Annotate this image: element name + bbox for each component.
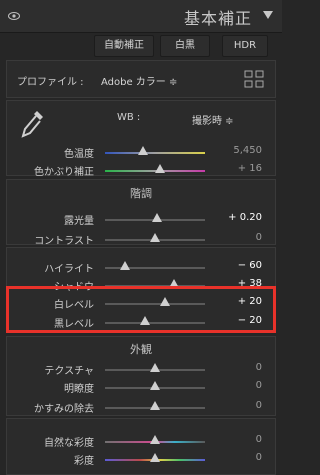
slider-label: かすみの除去 [34, 404, 94, 415]
slider-thumb[interactable] [150, 233, 160, 242]
auto-button[interactable]: 自動補正 [94, 35, 154, 57]
highlight-box [6, 286, 276, 333]
slider-thumb[interactable] [150, 381, 160, 390]
slider-label: 彩度 [74, 456, 94, 467]
slider-thumb[interactable] [150, 363, 160, 372]
slider-label: ハイライト [44, 264, 94, 275]
slider-row[interactable]: 自然な彩度 0 [0, 434, 282, 449]
slider-thumb[interactable] [150, 401, 160, 410]
profile-select[interactable]: Adobe カラー ≑ [101, 73, 177, 88]
slider-value[interactable]: 5,450 [222, 145, 262, 156]
slider-thumb[interactable] [152, 213, 162, 222]
slider-label: 自然な彩度 [44, 438, 94, 449]
section-title-presence: 外観 [130, 343, 152, 356]
section-title-tone: 階調 [130, 187, 152, 200]
slider-value[interactable]: 0 [222, 434, 262, 445]
slider-value[interactable]: 0 [222, 232, 262, 243]
slider-label: テクスチャ [44, 366, 94, 377]
slider-value[interactable]: 0 [222, 380, 262, 391]
bw-button[interactable]: 白黒 [160, 35, 210, 57]
slider-value[interactable]: + 0.20 [222, 212, 262, 223]
eyedropper-icon[interactable] [19, 107, 47, 141]
slider-track[interactable] [105, 152, 205, 154]
slider-row[interactable]: 色かぶり補正 + 16 [0, 163, 282, 178]
slider-thumb[interactable] [120, 261, 130, 270]
slider-row[interactable]: かすみの除去 0 [0, 400, 282, 415]
slider-value[interactable]: 0 [222, 452, 262, 463]
panel-title: 基本補正 [183, 9, 252, 28]
slider-thumb[interactable] [150, 453, 160, 462]
slider-label: コントラスト [34, 236, 94, 247]
slider-row[interactable]: 彩度 0 [0, 452, 282, 467]
slider-thumb[interactable] [138, 146, 148, 155]
slider-label: 露光量 [64, 216, 94, 227]
slider-thumb[interactable] [155, 164, 165, 173]
profile-panel: プロファイル : Adobe カラー ≑ [6, 60, 276, 98]
slider-row[interactable]: 露光量 + 0.20 [0, 212, 282, 227]
panel-header[interactable]: 基本補正 [0, 0, 282, 33]
slider-row[interactable]: コントラスト 0 [0, 232, 282, 247]
slider-row[interactable]: 明瞭度 0 [0, 380, 282, 395]
slider-row[interactable]: 色温度 5,450 [0, 145, 282, 160]
wb-select[interactable]: 撮影時 ≑ [192, 112, 234, 127]
slider-label: 色かぶり補正 [34, 167, 94, 178]
slider-row[interactable]: ハイライト − 60 [0, 260, 282, 275]
slider-value[interactable]: 0 [222, 362, 262, 373]
slider-label: 明瞭度 [64, 384, 94, 395]
slider-row[interactable]: テクスチャ 0 [0, 362, 282, 377]
eye-icon[interactable] [8, 10, 20, 22]
wb-label: WB : [117, 112, 141, 123]
slider-label: 色温度 [64, 149, 94, 160]
hdr-button[interactable]: HDR [222, 35, 268, 57]
collapse-caret-icon[interactable] [263, 11, 273, 19]
slider-value[interactable]: − 60 [222, 260, 262, 271]
grid-icon[interactable] [244, 70, 264, 88]
slider-value[interactable]: 0 [222, 400, 262, 411]
profile-label: プロファイル : [17, 77, 84, 88]
slider-value[interactable]: + 16 [222, 163, 262, 174]
slider-thumb[interactable] [150, 435, 160, 444]
